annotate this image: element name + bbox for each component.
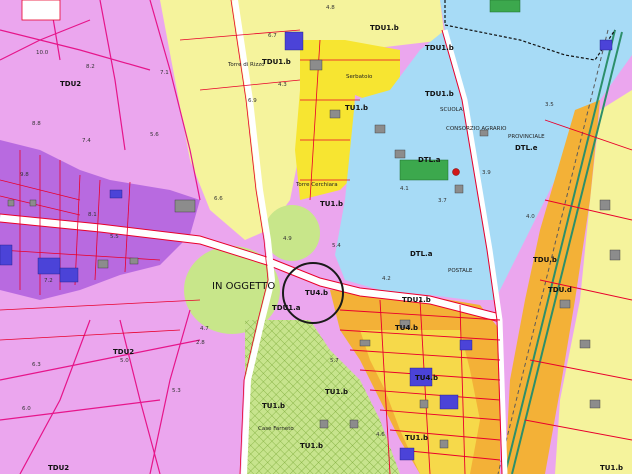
elevation: 5.7 (330, 358, 339, 364)
elevation: 5.4 (332, 243, 341, 249)
zone-label: TDU1.b (262, 58, 291, 66)
zone-label: DTL.e (515, 144, 538, 152)
elevation: 4.7 (200, 326, 209, 332)
elevation: 3.7 (438, 198, 447, 204)
zone-label: TDU2 (60, 80, 81, 88)
zone-label: TU1.b (262, 402, 285, 410)
elevation: 4.6 (376, 432, 385, 438)
zone-label: TDU2 (113, 348, 134, 356)
elevation: 3.5 (545, 102, 554, 108)
elevation: 8.8 (32, 121, 41, 127)
elevation: 6.9 (248, 98, 257, 104)
marker-red (452, 168, 460, 176)
zone-label: TDU1.b (425, 90, 454, 98)
elevation: 4.2 (382, 276, 391, 282)
zone-label: TDU1.b (425, 44, 454, 52)
elevation: 4.9 (283, 236, 292, 242)
zone-label: TDU1.a (272, 304, 301, 312)
elevation: 6.0 (22, 406, 31, 412)
map-canvas[interactable]: TDU2 TDU2 TDU2 TDU1.b TDU1.b TDU1.b TDU1… (0, 0, 632, 474)
elevation: 4.8 (326, 5, 335, 11)
elevation: 6.7 (268, 33, 277, 39)
zone-label: TDU1.b (402, 296, 431, 304)
elevation: 8.2 (86, 64, 95, 70)
elevation: 10.0 (36, 50, 49, 56)
zone-label: TU1.b (600, 464, 623, 472)
zone-label: TU1.b (345, 104, 368, 112)
place-label: PROVINCIALE (508, 134, 545, 140)
elevation: 3.9 (482, 170, 491, 176)
elevation: 5.5 (110, 234, 119, 240)
zone-label: TU1.b (320, 200, 343, 208)
elevation: 8.1 (88, 212, 97, 218)
elevation: 6.3 (32, 362, 41, 368)
place-label: SCUOLA (440, 107, 463, 113)
place-label: Torre di Rizzo (227, 62, 265, 68)
elevation: 7.2 (44, 278, 53, 284)
white-block (21, 0, 61, 21)
zone-label: TU4.b (395, 324, 418, 332)
zone-label: TU4.b (415, 374, 438, 382)
zone-label: TU1.b (325, 388, 348, 396)
zone-label: DTL.a (418, 156, 441, 164)
place-label: Serbatoio (346, 74, 373, 80)
zoning-map: TDU2 TDU2 TDU2 TDU1.b TDU1.b TDU1.b TDU1… (0, 0, 632, 474)
elevation: 7.4 (82, 138, 91, 144)
place-label: Torre Cerchiara (295, 182, 338, 188)
elevation: 9.8 (20, 172, 29, 178)
zone-label: DTL.a (410, 250, 433, 258)
zone-label: TDU.b (533, 256, 557, 264)
elevation: 6.6 (214, 196, 223, 202)
zone-label: TDU1.b (370, 24, 399, 32)
zone-label: TDU.d (548, 286, 572, 294)
zone-label: TU1.b (405, 434, 428, 442)
elevation: 2.8 (196, 340, 205, 346)
elevation: 5.3 (172, 388, 181, 394)
elevation: 5.0 (120, 358, 129, 364)
elevation: 4.3 (278, 82, 287, 88)
zone-label: TDU2 (48, 464, 69, 472)
building-green-2 (489, 0, 521, 13)
place-label: Case Farneto (258, 426, 294, 432)
elevation: 7.1 (160, 70, 169, 76)
elevation: 4.1 (400, 186, 409, 192)
zone-label: TU4.b (305, 289, 328, 297)
elevation: 5.6 (150, 132, 159, 138)
zone-label: TU1.b (300, 442, 323, 450)
green-area-2 (264, 205, 320, 261)
subject-label: IN OGGETTO (212, 281, 275, 292)
place-label: CONSORZIO AGRARIO (446, 126, 507, 132)
elevation: 4.0 (526, 214, 535, 220)
place-label: POSTALE (448, 268, 473, 274)
